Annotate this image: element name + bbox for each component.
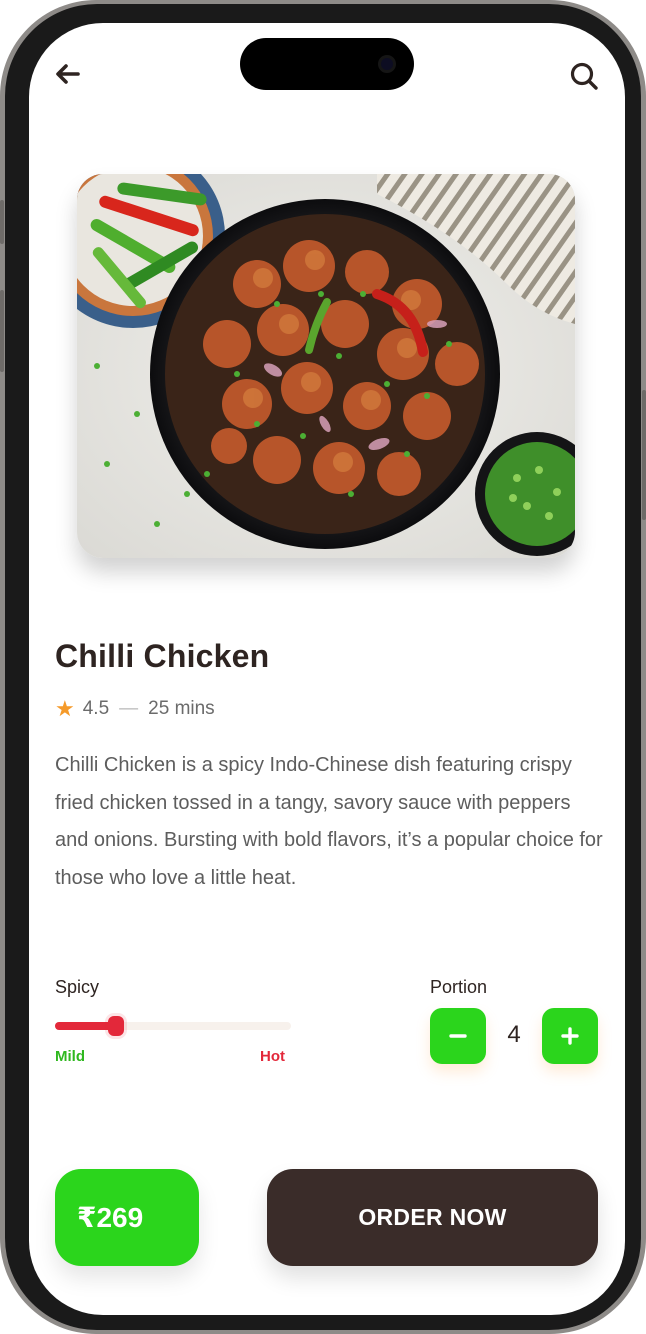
- phone-frame: Chilli Chicken ★ 4.5 — 25 mins Chilli Ch…: [0, 0, 646, 1334]
- star-icon: ★: [55, 696, 75, 721]
- portion-label: Portion: [430, 977, 488, 997]
- camera-icon: [378, 55, 396, 73]
- mild-label: Mild: [55, 1048, 85, 1065]
- spicy-label: Spicy: [55, 977, 100, 997]
- back-button[interactable]: [51, 59, 83, 89]
- side-button: [0, 200, 4, 244]
- search-icon: [570, 62, 598, 90]
- increase-portion-button[interactable]: [542, 1008, 598, 1064]
- side-button: [0, 290, 4, 372]
- dish-title: Chilli Chicken: [55, 638, 270, 674]
- dish-image: [77, 174, 575, 558]
- rating-value: 4.5: [82, 698, 110, 719]
- phone-bezel: Chilli Chicken ★ 4.5 — 25 mins Chilli Ch…: [5, 4, 641, 1330]
- decrease-portion-button[interactable]: [430, 1008, 486, 1064]
- arrow-left-icon: [56, 64, 80, 84]
- search-button[interactable]: [567, 59, 601, 93]
- slider-thumb[interactable]: [108, 1016, 124, 1036]
- spicy-slider[interactable]: [55, 1016, 291, 1036]
- side-button: [642, 390, 646, 520]
- plus-icon: [561, 1027, 579, 1045]
- hot-label: Hot: [260, 1048, 285, 1065]
- separator: —: [119, 698, 139, 719]
- portion-value: 4: [507, 1021, 521, 1048]
- dish-description: Chilli Chicken is a spicy Indo-Chinese d…: [55, 754, 603, 889]
- minus-icon: [449, 1034, 467, 1038]
- order-now-button[interactable]: ORDER NOW: [267, 1169, 598, 1266]
- dish-meta: ★ 4.5 — 25 mins: [55, 696, 215, 722]
- dynamic-island: [240, 38, 414, 90]
- app-screen: Chilli Chicken ★ 4.5 — 25 mins Chilli Ch…: [29, 23, 625, 1315]
- cook-time: 25 mins: [148, 698, 215, 719]
- price-button[interactable]: ₹269: [55, 1169, 199, 1266]
